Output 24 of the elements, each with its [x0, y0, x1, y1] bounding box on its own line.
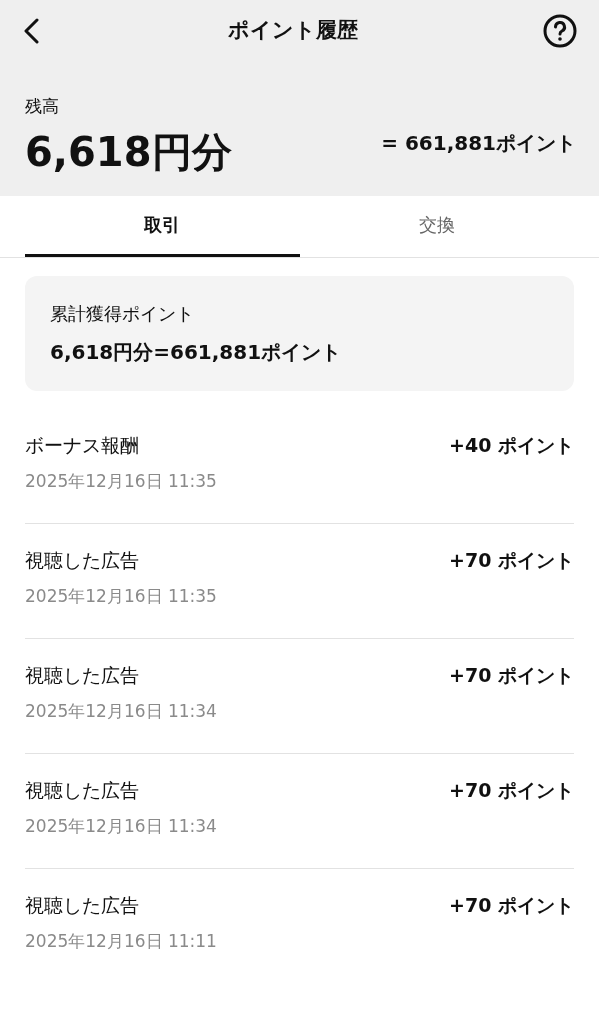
- transaction-points: +70 ポイント: [449, 662, 574, 688]
- transaction-points: +70 ポイント: [449, 892, 574, 918]
- balance-points: = 661,881ポイント: [381, 129, 576, 157]
- page-title: ポイント履歴: [227, 17, 358, 45]
- transaction-time: 2025年12月16日 11:34: [25, 700, 217, 723]
- transaction-title: 視聴した広告: [25, 892, 140, 918]
- transaction-time: 2025年12月16日 11:11: [25, 930, 217, 953]
- transaction-time: 2025年12月16日 11:35: [25, 470, 217, 493]
- balance-label: 残高: [25, 95, 60, 118]
- transaction-title: ボーナス報酬: [25, 432, 140, 458]
- transaction-points: +40 ポイント: [449, 432, 574, 458]
- transaction-points: +70 ポイント: [449, 547, 574, 573]
- transaction-title: 視聴した広告: [25, 662, 140, 688]
- tab[interactable]: 取引: [25, 195, 300, 257]
- help-icon[interactable]: [543, 14, 577, 48]
- transaction-time: 2025年12月16日 11:35: [25, 585, 217, 608]
- tab[interactable]: 交換: [299, 195, 574, 257]
- transaction-title: 視聴した広告: [25, 547, 140, 573]
- summary-label: 累計獲得ポイント: [50, 301, 195, 326]
- transaction-points: +70 ポイント: [449, 777, 574, 803]
- transaction-time: 2025年12月16日 11:34: [25, 815, 217, 838]
- transaction-title: 視聴した広告: [25, 777, 140, 803]
- balance-amount: 6,618円分: [25, 131, 232, 172]
- summary-value: 6,618円分=661,881ポイント: [50, 338, 343, 366]
